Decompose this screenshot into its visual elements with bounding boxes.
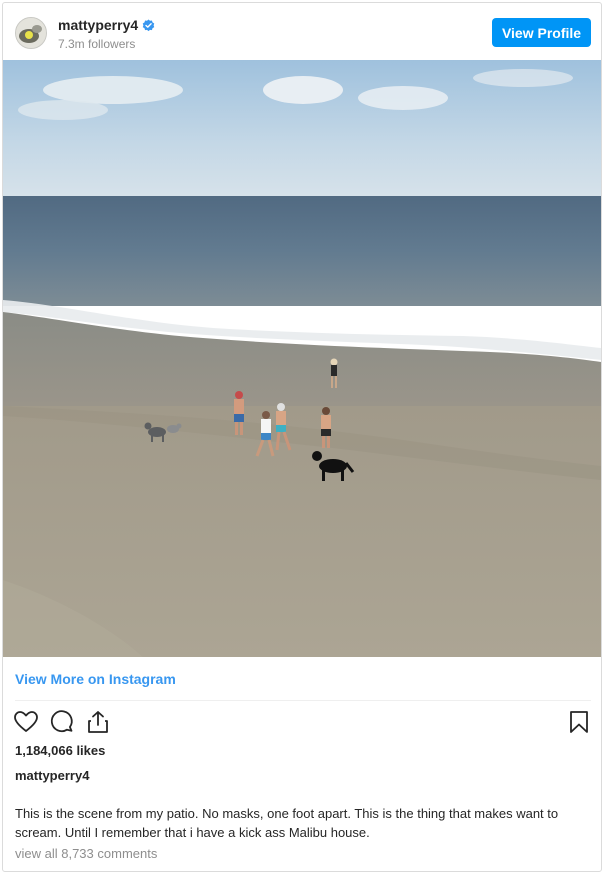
cloud <box>358 86 448 110</box>
comment-icon[interactable] <box>49 709 75 735</box>
view-all-comments-link[interactable]: view all 8,733 comments <box>15 846 157 861</box>
instagram-embed-card: mattyperry4 7.3m followers View Profile <box>2 2 602 872</box>
view-profile-button[interactable]: View Profile <box>492 18 591 47</box>
post-caption: This is the scene from my patio. No mask… <box>15 806 559 840</box>
view-more-on-instagram-link[interactable]: View More on Instagram <box>15 671 176 687</box>
avatar-image <box>16 18 46 48</box>
cloud <box>43 76 183 104</box>
verified-badge-icon <box>142 18 155 31</box>
divider <box>15 700 591 701</box>
username-row: mattyperry4 <box>58 17 155 33</box>
caption-username[interactable]: mattyperry4 <box>15 768 89 783</box>
heart-icon[interactable] <box>13 709 39 735</box>
post-header: mattyperry4 7.3m followers View Profile <box>3 3 601 60</box>
post-photo[interactable] <box>3 60 601 657</box>
avatar[interactable] <box>15 17 47 49</box>
cloud <box>18 100 108 120</box>
share-icon[interactable] <box>85 709 111 735</box>
cloud <box>263 76 343 104</box>
username[interactable]: mattyperry4 <box>58 17 138 33</box>
wet-shore <box>3 312 601 406</box>
cloud <box>473 69 573 87</box>
follower-count: 7.3m followers <box>58 37 136 51</box>
like-count[interactable]: 1,184,066 likes <box>15 743 105 758</box>
bookmark-icon[interactable] <box>566 709 592 735</box>
ocean <box>3 196 601 306</box>
